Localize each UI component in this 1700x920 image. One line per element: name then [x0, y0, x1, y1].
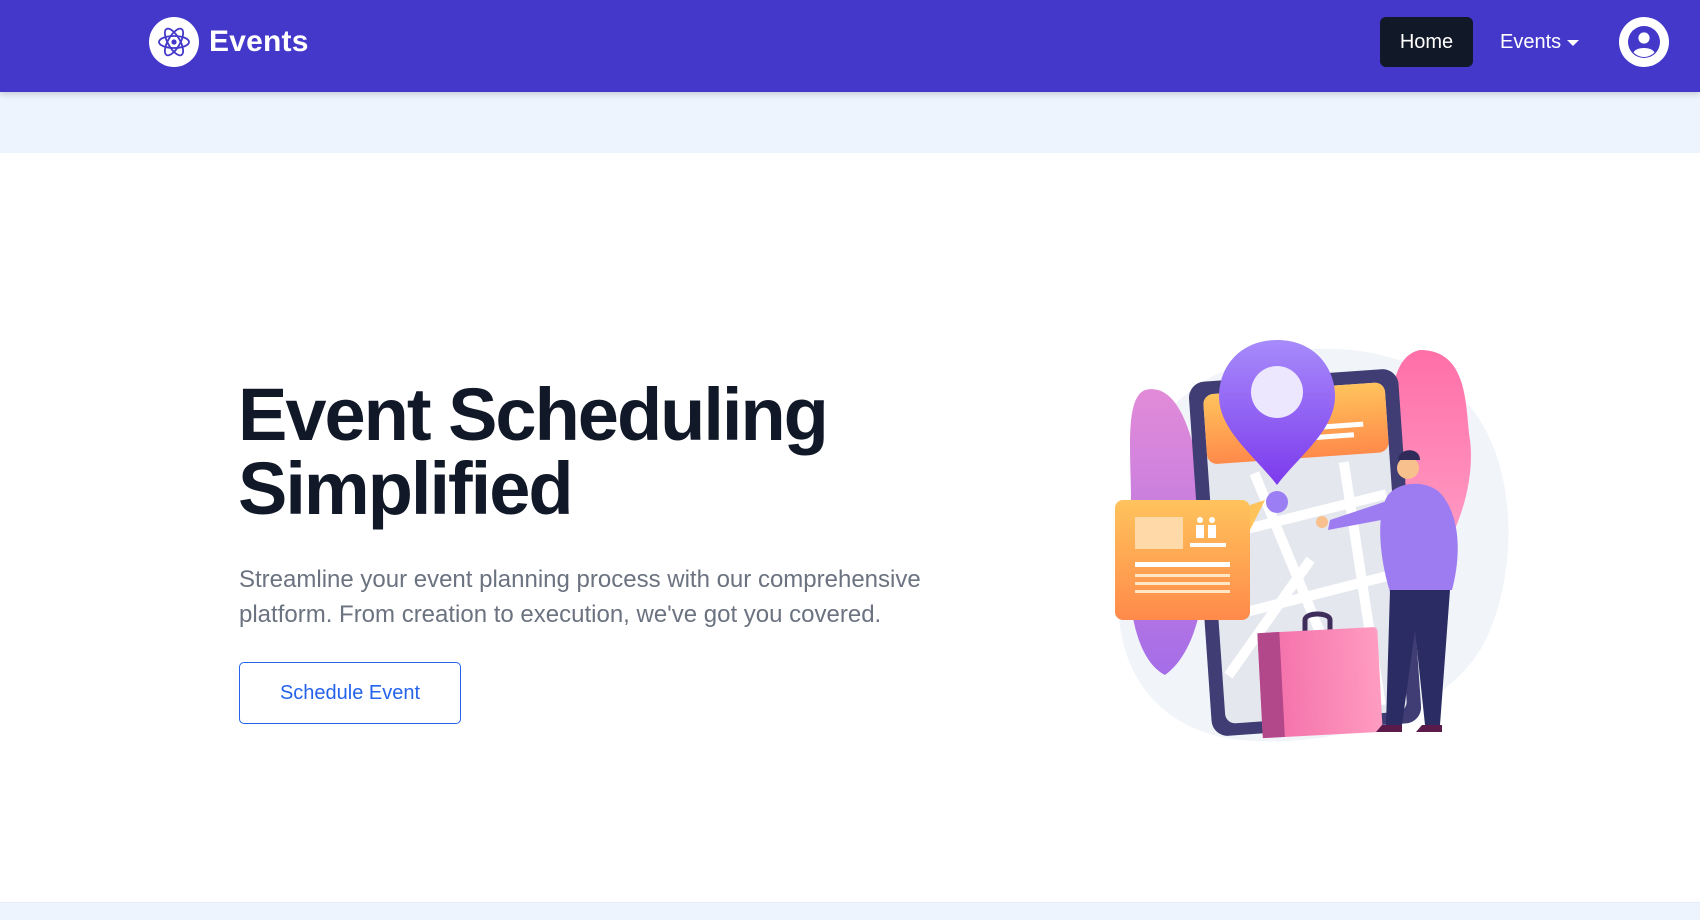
hero-title-line2: Simplified [238, 447, 574, 530]
schedule-event-button[interactable]: Schedule Event [239, 662, 461, 724]
atom-icon [149, 17, 199, 67]
navbar: Events Home Events [0, 0, 1700, 92]
top-band [0, 92, 1700, 153]
nav-events-label: Events [1500, 30, 1562, 53]
nav-events-dropdown[interactable]: Events [1500, 17, 1580, 67]
hero-subtitle: Streamline your event planning process w… [239, 566, 921, 628]
map-navigation-illustration [1115, 340, 1509, 742]
user-profile-button[interactable] [1619, 17, 1669, 67]
user-circle-icon [1628, 26, 1660, 58]
hero-title: Event Scheduling Simplified [238, 378, 998, 526]
brand-link[interactable]: Events [149, 17, 309, 67]
nav-home-link[interactable]: Home [1380, 17, 1473, 67]
bottom-band [0, 902, 1700, 920]
hero-title-line1: Event Scheduling [238, 373, 829, 456]
caret-down-icon [1567, 40, 1580, 46]
brand-name: Events [209, 25, 309, 58]
